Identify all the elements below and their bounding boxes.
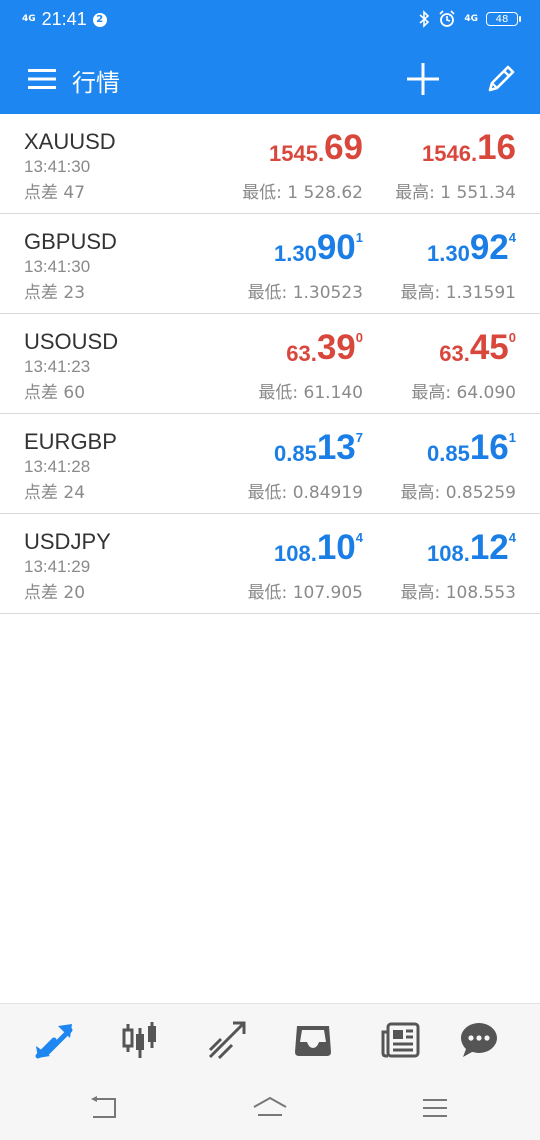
ask-price-prefix: 63. — [439, 341, 470, 366]
quote-time: 13:41:28 — [24, 457, 91, 476]
ask-price: 63. 45 0 — [439, 328, 516, 368]
bid-price-prefix: 1.30 — [274, 241, 317, 266]
status-right: 4G 48 — [418, 10, 521, 28]
high-price: 最高: 1 551.34 — [395, 183, 516, 203]
symbol-name: EURGBP — [24, 429, 117, 454]
ask-price-pipette: 4 — [508, 530, 516, 545]
low-price: 最低: 1.30523 — [247, 283, 363, 303]
bid-price: 0.85 13 7 — [274, 428, 363, 468]
chart-candles-icon[interactable] — [120, 1020, 160, 1060]
bid-price: 63. 39 0 — [286, 328, 363, 368]
ask-price: 108. 12 4 — [427, 528, 516, 568]
network-indicator-right: 4G — [464, 14, 478, 24]
high-price: 最高: 108.553 — [400, 583, 516, 603]
spread-label: 点差 60 — [24, 383, 86, 403]
ask-price-prefix: 1.30 — [427, 241, 470, 266]
low-price: 最低: 61.140 — [258, 383, 363, 403]
ask-price-pipette: 1 — [508, 430, 516, 445]
spread-label: 点差 47 — [24, 183, 86, 203]
high-price: 最高: 1.31591 — [400, 283, 516, 303]
ask-price: 1.30 92 4 — [427, 228, 516, 268]
notification-badge: 2 — [92, 12, 107, 27]
ask-price-prefix: 0.85 — [427, 441, 470, 466]
symbol-name: GBPUSD — [24, 229, 117, 254]
quote-time: 13:41:30 — [24, 157, 91, 176]
edit-icon[interactable] — [484, 62, 518, 96]
bid-price-main: 10 — [316, 528, 356, 567]
bid-price-pipette: 7 — [355, 430, 363, 445]
quote-time: 13:41:23 — [24, 357, 91, 376]
low-price: 最低: 107.905 — [247, 583, 363, 603]
status-left: 4G 21:41 2 — [22, 9, 107, 30]
quote-row[interactable]: USDJPY 13:41:29 点差 20 108. 10 4 108. 12 … — [0, 514, 540, 614]
trade-icon[interactable] — [207, 1020, 247, 1060]
bid-price-main: 39 — [316, 328, 356, 367]
spread-label: 点差 20 — [24, 583, 86, 603]
low-price: 最低: 1 528.62 — [242, 183, 363, 203]
ask-price-pipette: 0 — [508, 330, 516, 345]
bid-price-main: 90 — [316, 228, 356, 267]
ask-price-prefix: 108. — [427, 541, 470, 566]
high-price: 最高: 64.090 — [411, 383, 516, 403]
quotes-icon[interactable] — [34, 1020, 74, 1060]
spread-label: 点差 24 — [24, 483, 86, 503]
bid-price-pipette: 4 — [355, 530, 363, 545]
bid-price-pipette: 1 — [355, 230, 363, 245]
ask-price-pipette: 4 — [508, 230, 516, 245]
bottom-nav — [0, 1003, 540, 1076]
bid-price-prefix: 63. — [286, 341, 317, 366]
symbol-name: XAUUSD — [24, 129, 116, 154]
quote-row[interactable]: EURGBP 13:41:28 点差 24 0.85 13 7 0.85 16 … — [0, 414, 540, 514]
bid-price: 1.30 90 1 — [274, 228, 363, 268]
status-bar: 4G 21:41 2 4G 48 — [0, 0, 540, 44]
home-icon[interactable] — [252, 1095, 288, 1121]
ask-price: 1546. 16 — [422, 128, 516, 168]
bid-price-prefix: 1545. — [269, 141, 325, 166]
ask-price-main: 45 — [469, 328, 509, 367]
network-indicator: 4G — [22, 14, 36, 24]
bid-price-prefix: 0.85 — [274, 441, 317, 466]
ask-price-main: 16 — [477, 128, 516, 167]
back-icon[interactable] — [89, 1095, 121, 1121]
bid-price-pipette: 0 — [355, 330, 363, 345]
app-bar: 行情 — [0, 44, 540, 114]
quote-time: 13:41:29 — [24, 557, 91, 576]
bluetooth-icon — [419, 10, 430, 28]
ask-price-main: 92 — [469, 228, 509, 267]
ask-price: 0.85 16 1 — [427, 428, 516, 468]
quote-row[interactable]: XAUUSD 13:41:30 点差 47 1545. 69 1546. 16 … — [0, 114, 540, 214]
bid-price-main: 69 — [324, 128, 363, 167]
symbol-name: USOUSD — [24, 329, 119, 354]
bid-price: 108. 10 4 — [274, 528, 363, 568]
add-icon[interactable] — [406, 62, 440, 96]
bid-price-main: 13 — [316, 428, 356, 467]
battery-icon: 48 — [486, 12, 521, 26]
menu-icon[interactable] — [28, 68, 56, 90]
alarm-icon — [439, 10, 455, 27]
quote-time: 13:41:30 — [24, 257, 91, 276]
chat-icon[interactable] — [459, 1020, 499, 1060]
bid-price-prefix: 108. — [274, 541, 317, 566]
history-inbox-icon[interactable] — [293, 1020, 333, 1060]
page-title: 行情 — [72, 69, 120, 97]
symbol-name: USDJPY — [24, 529, 111, 554]
ask-price-prefix: 1546. — [422, 141, 478, 166]
quote-row[interactable]: GBPUSD 13:41:30 点差 23 1.30 90 1 1.30 92 … — [0, 214, 540, 314]
high-price: 最高: 0.85259 — [400, 483, 516, 503]
low-price: 最低: 0.84919 — [247, 483, 363, 503]
status-time: 21:41 — [41, 9, 87, 29]
news-icon[interactable] — [380, 1020, 420, 1060]
spread-label: 点差 23 — [24, 283, 86, 303]
ask-price-main: 16 — [469, 428, 509, 467]
quote-row[interactable]: USOUSD 13:41:23 点差 60 63. 39 0 63. 45 0 … — [0, 314, 540, 414]
quotes-list: XAUUSD 13:41:30 点差 47 1545. 69 1546. 16 … — [0, 114, 540, 614]
ask-price-main: 12 — [469, 528, 509, 567]
bid-price: 1545. 69 — [269, 128, 363, 168]
battery-level: 48 — [495, 13, 509, 25]
recents-icon[interactable] — [421, 1095, 449, 1121]
system-nav-bar — [0, 1075, 540, 1140]
